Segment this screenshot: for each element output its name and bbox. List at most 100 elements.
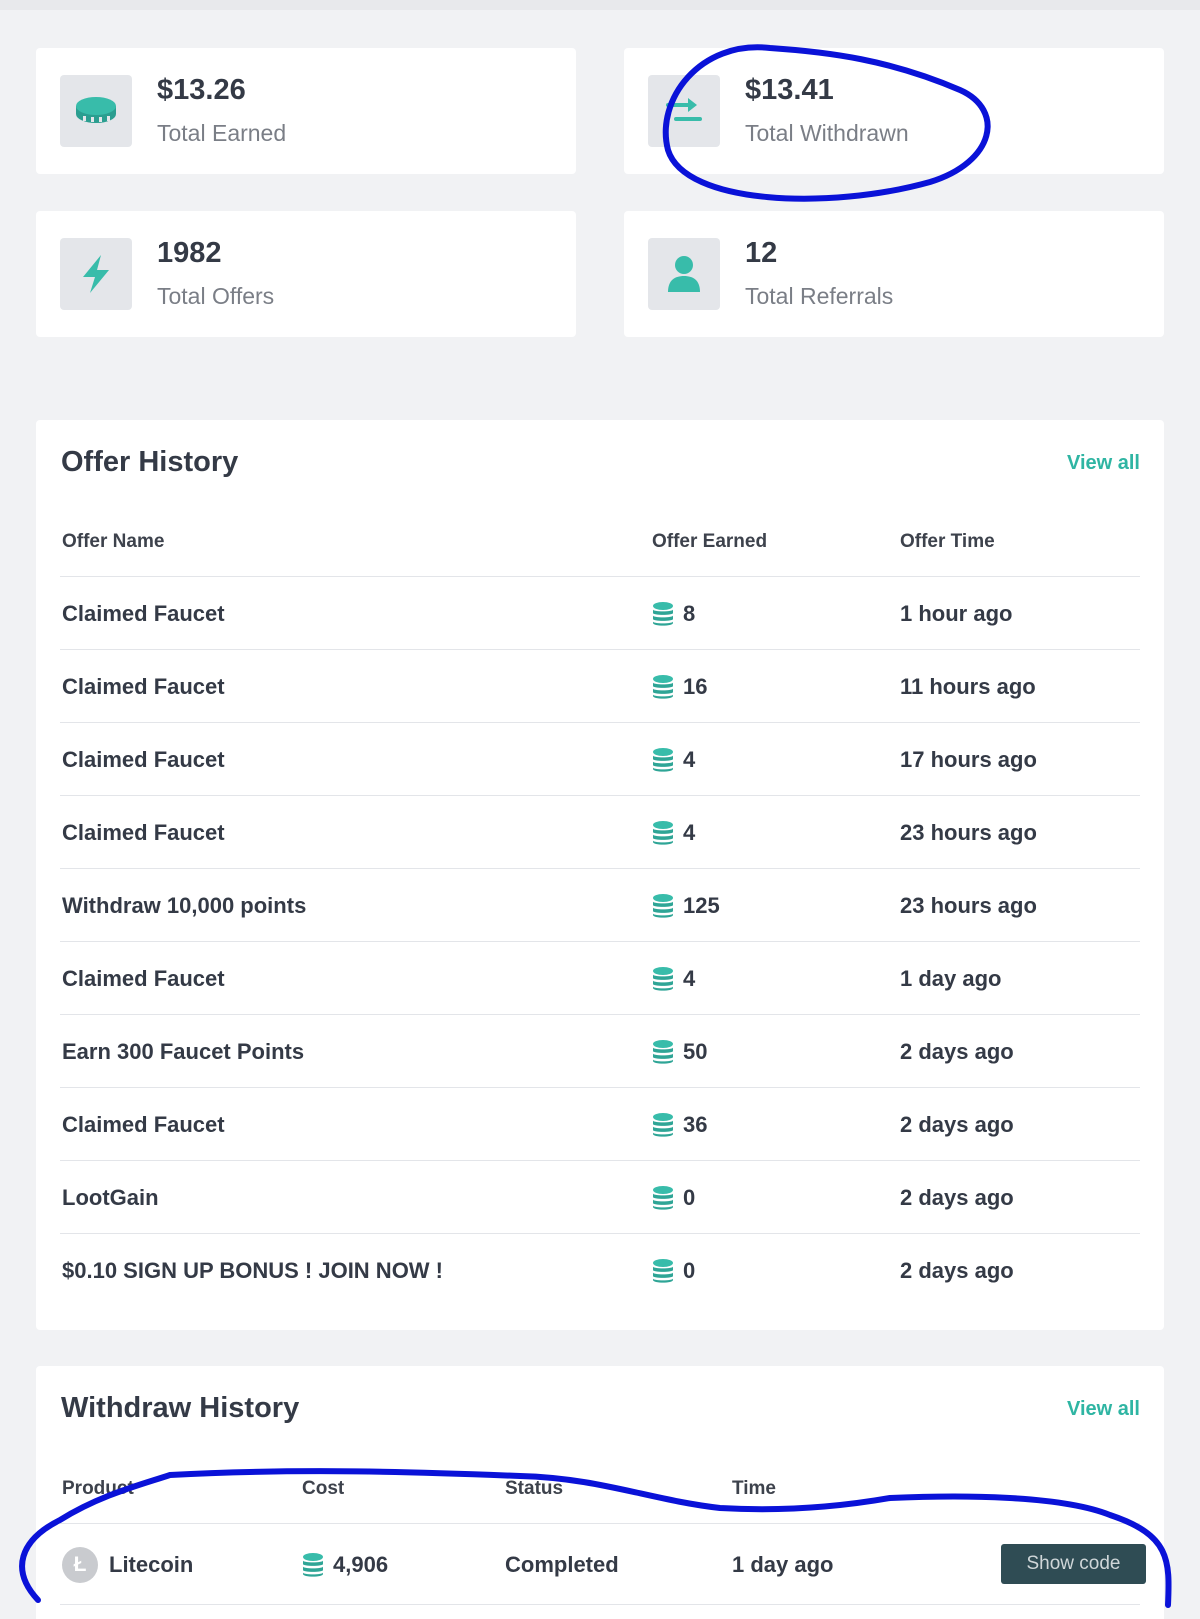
coins-stack-icon — [652, 1258, 674, 1284]
offer-history-title: Offer History — [61, 446, 239, 478]
stat-card-total-offers: 1982 Total Offers — [36, 211, 576, 337]
offer-name-cell: Claimed Faucet — [62, 965, 225, 991]
offer-name-cell: Withdraw 10,000 points — [62, 892, 307, 918]
offer-name-cell: Claimed Faucet — [62, 673, 225, 699]
column-header-product: Product — [62, 1478, 134, 1499]
litecoin-icon: Ł — [62, 1547, 98, 1583]
offer-earned-value: 4 — [683, 965, 696, 991]
offer-time-cell: 2 days ago — [900, 1257, 1014, 1283]
stat-card-total-earned: $13.26 Total Earned — [36, 48, 576, 174]
offer-name-cell: Claimed Faucet — [62, 1111, 225, 1137]
offer-earned-cell: 50 — [652, 1015, 707, 1088]
table-row: Claimed Faucet 4 17 hours ago — [60, 722, 1140, 795]
column-header-offer-earned: Offer Earned — [652, 531, 768, 552]
withdraw-history-title: Withdraw History — [61, 1392, 300, 1424]
column-header-status: Status — [505, 1478, 564, 1499]
time-cell: 1 day ago — [732, 1552, 834, 1577]
offer-earned-value: 125 — [683, 892, 720, 918]
coins-stack-icon — [652, 1112, 674, 1138]
table-row: Claimed Faucet 16 11 hours ago — [60, 649, 1140, 722]
offer-earned-cell: 4 — [652, 723, 695, 796]
product-cell: Ł Litecoin — [62, 1524, 193, 1606]
product-name: Litecoin — [109, 1552, 194, 1577]
coins-stack-icon — [652, 893, 674, 919]
offer-earned-value: 16 — [683, 673, 708, 699]
stat-label: Total Referrals — [745, 283, 894, 309]
offer-history-view-all-link[interactable]: View all — [1067, 452, 1140, 475]
transfer-arrows-icon — [648, 75, 720, 147]
offer-time-cell: 23 hours ago — [900, 819, 1037, 845]
offer-time-cell: 17 hours ago — [900, 746, 1037, 772]
table-row: Claimed Faucet 8 1 hour ago — [60, 576, 1140, 649]
offer-earned-cell: 8 — [652, 577, 695, 650]
table-row: Earn 300 Faucet Points 50 2 days ago — [60, 1014, 1140, 1087]
offer-time-cell: 11 hours ago — [900, 673, 1036, 699]
offer-earned-cell: 0 — [652, 1234, 695, 1307]
offer-time-cell: 2 days ago — [900, 1111, 1014, 1137]
offer-earned-value: 4 — [683, 746, 696, 772]
offer-earned-value: 0 — [683, 1184, 696, 1210]
offer-name-cell: Earn 300 Faucet Points — [62, 1038, 305, 1064]
offer-name-cell: Claimed Faucet — [62, 819, 225, 845]
offer-earned-cell: 125 — [652, 869, 720, 942]
coins-stack-icon — [652, 966, 674, 992]
offer-earned-cell: 4 — [652, 796, 695, 869]
column-header-offer-name: Offer Name — [62, 531, 165, 552]
top-strip — [0, 0, 1200, 10]
lightning-bolt-icon — [60, 238, 132, 310]
offer-name-cell: LootGain — [62, 1184, 159, 1210]
offer-time-cell: 1 day ago — [900, 965, 1002, 991]
status-cell: Completed — [505, 1552, 619, 1577]
coins-stack-icon — [652, 1039, 674, 1065]
offer-earned-value: 50 — [683, 1038, 708, 1064]
offer-history-panel: Offer History View all Offer Name Offer … — [36, 420, 1164, 1330]
stat-value: 1982 — [157, 237, 222, 269]
stat-label: Total Withdrawn — [745, 120, 909, 146]
stat-value: $13.26 — [157, 74, 246, 106]
offer-name-cell: Claimed Faucet — [62, 600, 225, 626]
column-header-time: Time — [732, 1478, 777, 1499]
offer-name-cell: Claimed Faucet — [62, 746, 225, 772]
withdraw-history-panel: Withdraw History View all Product Cost S… — [36, 1366, 1164, 1619]
offer-name-cell: $0.10 SIGN UP BONUS ! JOIN NOW ! — [62, 1257, 444, 1283]
offer-earned-value: 4 — [683, 819, 696, 845]
user-icon — [648, 238, 720, 310]
column-header-cost: Cost — [302, 1478, 345, 1499]
offer-earned-cell: 36 — [652, 1088, 707, 1161]
offer-time-cell: 23 hours ago — [900, 892, 1037, 918]
stat-value: 12 — [745, 237, 778, 269]
offer-time-cell: 2 days ago — [900, 1038, 1014, 1064]
coins-stack-icon — [652, 747, 674, 773]
table-row: LootGain 0 2 days ago — [60, 1160, 1140, 1233]
offer-earned-value: 36 — [683, 1111, 708, 1137]
stat-value: $13.41 — [745, 74, 834, 106]
offer-earned-cell: 4 — [652, 942, 695, 1015]
offer-earned-value: 8 — [683, 600, 696, 626]
table-row: Claimed Faucet 4 23 hours ago — [60, 795, 1140, 868]
cost-value: 4,906 — [333, 1552, 389, 1577]
table-row: $0.10 SIGN UP BONUS ! JOIN NOW ! 0 2 days … — [60, 1233, 1140, 1306]
table-row: Ł Litecoin 4,906 Completed 1 day ago Sho… — [60, 1523, 1146, 1606]
offer-earned-cell: 0 — [652, 1161, 695, 1234]
offer-time-cell: 1 hour ago — [900, 600, 1013, 626]
stat-label: Total Earned — [157, 120, 287, 146]
coins-stack-icon — [302, 1552, 324, 1578]
show-code-button[interactable]: Show code — [1001, 1544, 1146, 1584]
coins-stack-icon — [652, 601, 674, 627]
offer-earned-cell: 16 — [652, 650, 707, 723]
coins-stack-icon — [652, 1185, 674, 1211]
cost-cell: 4,906 — [302, 1524, 388, 1606]
coins-stack-icon — [652, 820, 674, 846]
offer-time-cell: 2 days ago — [900, 1184, 1014, 1210]
table-row: Claimed Faucet 36 2 days ago — [60, 1087, 1140, 1160]
offer-earned-value: 0 — [683, 1257, 696, 1283]
coins-stack-icon — [652, 674, 674, 700]
stat-card-total-withdrawn: $13.41 Total Withdrawn — [624, 48, 1164, 174]
column-header-offer-time: Offer Time — [900, 531, 995, 552]
stat-card-total-referrals: 12 Total Referrals — [624, 211, 1164, 337]
table-row: Withdraw 10,000 points 125 23 hours ago — [60, 868, 1140, 941]
stat-label: Total Offers — [157, 283, 275, 309]
coin-icon — [60, 75, 132, 147]
table-row: Claimed Faucet 4 1 day ago — [60, 941, 1140, 1014]
withdraw-history-view-all-link[interactable]: View all — [1067, 1398, 1140, 1421]
